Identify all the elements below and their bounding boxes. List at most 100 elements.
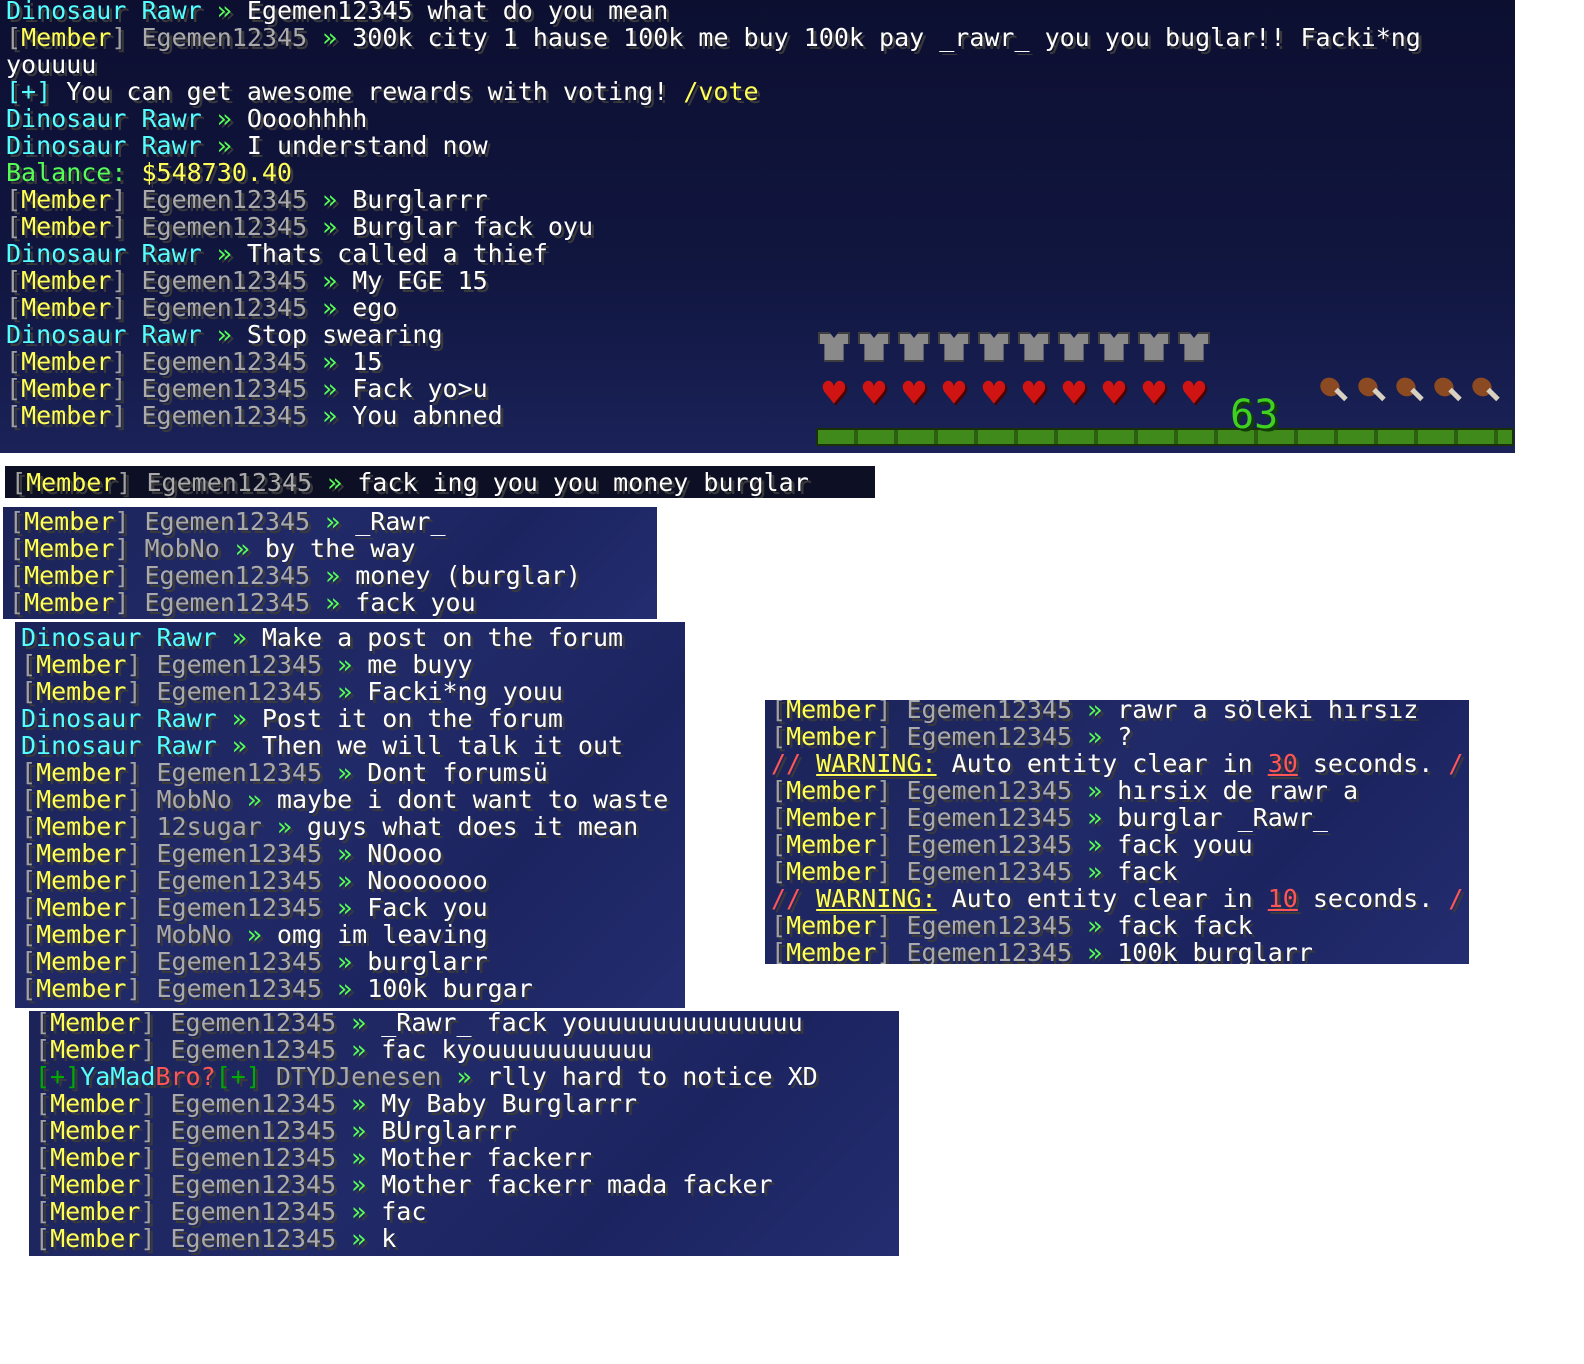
message-text: You can get awesome rewards with voting! bbox=[51, 77, 684, 106]
chat-segment: » bbox=[1072, 938, 1118, 964]
chat-message: [Member] Egemen12345 » Dont forumsü bbox=[15, 759, 548, 786]
chat-message: [Member] Egemen12345 » fack fack bbox=[765, 912, 1253, 939]
chat-segment: [ bbox=[21, 974, 37, 1003]
chat-segment: ] bbox=[126, 947, 157, 976]
rank-tag: Member bbox=[24, 588, 115, 617]
chat-segment bbox=[141, 731, 156, 760]
message-text: BUrglarrr bbox=[381, 1116, 517, 1145]
chat-segment: [ bbox=[771, 830, 787, 859]
chat-segment: [ bbox=[771, 911, 787, 940]
message-text: Fack yo>u bbox=[352, 374, 488, 403]
message-text: My Baby Burglarrr bbox=[381, 1089, 638, 1118]
chat-segment: » bbox=[322, 839, 368, 868]
chat-segment: Rawr bbox=[141, 320, 202, 349]
chat-message: Dinosaur Rawr » Make a post on the forum bbox=[15, 624, 623, 651]
message-text: Then we will talk it out bbox=[261, 731, 624, 760]
rank-tag: Member bbox=[21, 23, 112, 52]
chat-segment: [ bbox=[21, 812, 37, 841]
message-text: fac bbox=[381, 1197, 427, 1226]
player-name: Egemen12345 bbox=[170, 1089, 337, 1118]
chat-segment: » bbox=[216, 731, 262, 760]
player-name: Egemen12345 bbox=[906, 830, 1073, 859]
chat-segment: ] bbox=[126, 920, 157, 949]
message-text: ego bbox=[352, 293, 398, 322]
food-drumstick-icon bbox=[1392, 376, 1426, 410]
message-text: fack ing you you money burglar bbox=[357, 468, 809, 497]
chat-message: Dinosaur Rawr » Egemen12345 what do you … bbox=[0, 0, 668, 24]
message-text: I understand now bbox=[246, 131, 488, 160]
message-text: seconds. bbox=[1297, 884, 1449, 913]
chat-message: [Member] MobNo » maybe i dont want to wa… bbox=[15, 786, 668, 813]
chat-segment: ] bbox=[126, 866, 157, 895]
chat-message: [Member] Egemen12345 » 15 bbox=[0, 348, 382, 375]
chat-segment: » bbox=[1072, 776, 1118, 805]
food-drumstick-icon bbox=[1354, 376, 1388, 410]
chat-segment: ] bbox=[116, 468, 147, 497]
chat-segment: ] bbox=[111, 293, 142, 322]
message-text: NOooo bbox=[367, 839, 443, 868]
chat-segment: » bbox=[1072, 803, 1118, 832]
chat-segment: [ bbox=[771, 776, 787, 805]
chat-segment: ] bbox=[111, 266, 142, 295]
chat-segment: [ bbox=[21, 920, 37, 949]
chat-segment: » bbox=[336, 1224, 382, 1253]
chat-segment: [ bbox=[6, 347, 22, 376]
chat-segment: Dinosaur bbox=[21, 731, 142, 760]
chat-message: [Member] Egemen12345 » burglar _Rawr_ bbox=[765, 804, 1328, 831]
rank-tag: Member bbox=[36, 893, 127, 922]
chat-segment: [ bbox=[6, 212, 22, 241]
chat-segment: ] bbox=[126, 839, 157, 868]
chat-segment: » bbox=[312, 468, 358, 497]
chat-segment: » bbox=[219, 534, 265, 563]
rank-tag: Member bbox=[21, 401, 112, 430]
chat-message: [Member] Egemen12345 » You abnned bbox=[0, 402, 503, 429]
player-name: Egemen12345 bbox=[156, 677, 323, 706]
chat-message: [Member] Egemen12345 » My EGE 15 bbox=[0, 267, 488, 294]
player-name: Egemen12345 bbox=[141, 23, 308, 52]
chat-segment: [ bbox=[6, 266, 22, 295]
chat-segment: [ bbox=[9, 588, 25, 617]
xp-level: 63 bbox=[1230, 392, 1279, 438]
message-text: Fack you bbox=[367, 893, 488, 922]
rank-tag: Member bbox=[786, 776, 877, 805]
rank-tag: Member bbox=[786, 722, 877, 751]
chat-segment: » bbox=[201, 239, 247, 268]
player-name: Egemen12345 bbox=[141, 347, 308, 376]
chat-segment: » bbox=[336, 1011, 382, 1037]
message-text: rlly hard to notice XD bbox=[486, 1062, 818, 1091]
chat-message: [Member] MobNo » by the way bbox=[3, 535, 415, 562]
chat-segment: » bbox=[201, 0, 247, 25]
chat-segment: Dinosaur bbox=[21, 623, 142, 652]
player-name: Egemen12345 bbox=[170, 1143, 337, 1172]
chat-message: [Member] Egemen12345 » BUrglarrr bbox=[29, 1117, 517, 1144]
chat-segment: Dinosaur bbox=[6, 239, 127, 268]
chat-segment: ] bbox=[140, 1197, 171, 1226]
chat-segment: » bbox=[261, 812, 307, 841]
armor-icon bbox=[1176, 330, 1212, 364]
chat-segment: ] bbox=[140, 1116, 171, 1145]
chat-segment: » bbox=[307, 23, 353, 52]
chat-segment: ] bbox=[140, 1011, 171, 1037]
chat-segment: WARNING: bbox=[816, 884, 937, 913]
chat-segment: [ bbox=[35, 1224, 51, 1253]
player-name: Egemen12345 bbox=[170, 1170, 337, 1199]
food-drumstick-icon bbox=[1316, 376, 1350, 410]
chat-segment: [ bbox=[6, 23, 22, 52]
message-text: fack bbox=[1117, 857, 1178, 886]
chat-segment: // bbox=[771, 884, 817, 913]
chat-segment: ] bbox=[876, 700, 907, 724]
player-name: Egemen12345 bbox=[906, 857, 1073, 886]
chat-message: [Member] Egemen12345 » _Rawr_ fack youuu… bbox=[29, 1011, 803, 1036]
chat-segment: » bbox=[322, 650, 368, 679]
health-bar: ♥ ♥ ♥ ♥ ♥ ♥ ♥ ♥ ♥ ♥ bbox=[816, 371, 1212, 415]
chat-segment: ] bbox=[111, 347, 142, 376]
chat-segment: Dinosaur bbox=[6, 131, 127, 160]
chat-segment: Rawr bbox=[141, 131, 202, 160]
heart-icon: ♥ bbox=[1102, 371, 1126, 415]
chat-panel-4: Dinosaur Rawr » Make a post on the forum… bbox=[15, 622, 685, 1008]
player-name: Egemen12345 bbox=[170, 1011, 337, 1037]
chat-segment: ] bbox=[126, 974, 157, 1003]
chat-message: // WARNING: Auto entity clear in 10 seco… bbox=[765, 885, 1463, 912]
rank-tag: Member bbox=[50, 1170, 141, 1199]
message-text: Stop swearing bbox=[246, 320, 443, 349]
